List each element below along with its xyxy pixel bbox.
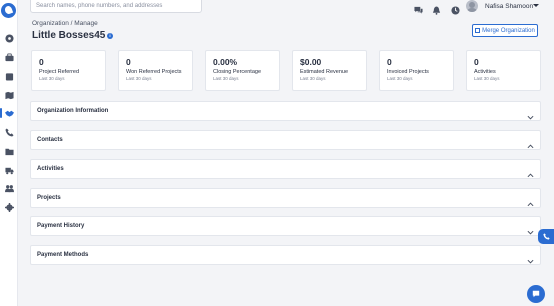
- panel-title: Organization Information: [37, 108, 109, 114]
- top-bar: Search names, phone numbers, and address…: [18, 0, 554, 15]
- sidebar-item-fleet[interactable]: [2, 164, 16, 176]
- truck-icon: [4, 167, 14, 174]
- sidebar-item-jobs[interactable]: [2, 51, 16, 63]
- sidebar-item-files[interactable]: [2, 145, 16, 157]
- panel-title: Payment History: [37, 223, 85, 229]
- panel-title: Payment Methods: [37, 252, 89, 258]
- stat-value: 0: [126, 57, 131, 67]
- chevron-down-icon[interactable]: [533, 4, 539, 7]
- stat-period: Last 30 days: [213, 76, 239, 81]
- panel-organization-information[interactable]: Organization Information: [30, 101, 541, 121]
- stat-card-closing-percentage: 0.00% Closing Percentage Last 30 days: [205, 50, 280, 91]
- map-icon: [4, 91, 14, 99]
- chat-bubbles-icon[interactable]: [414, 2, 423, 14]
- stat-label: Invoiced Projects: [387, 69, 429, 75]
- panel-title: Activities: [37, 166, 64, 172]
- sidebar-item-calendar[interactable]: [2, 70, 16, 82]
- chevron-down-icon[interactable]: [527, 252, 534, 264]
- info-icon[interactable]: i: [107, 33, 113, 39]
- sidebar-item-map[interactable]: [2, 89, 16, 101]
- stat-label: Estimated Revenue: [300, 69, 348, 75]
- chat-icon: [532, 290, 540, 298]
- chevron-down-icon[interactable]: [527, 223, 534, 235]
- briefcase-icon: [4, 52, 14, 61]
- breadcrumb: Organization / Manage: [32, 20, 98, 27]
- stat-label: Project Referred: [39, 69, 80, 75]
- stat-value: 0.00%: [213, 57, 238, 67]
- sidebar-item-settings[interactable]: [2, 201, 16, 213]
- stat-value: 0: [474, 57, 479, 67]
- stat-period: Last 30 days: [387, 76, 413, 81]
- stat-card-invoiced-projects: 0 Invoiced Projects Last 30 days: [379, 50, 454, 91]
- stat-value: $0.00: [300, 57, 322, 67]
- stat-period: Last 30 days: [474, 76, 500, 81]
- user-name[interactable]: Nafisa Shamoon: [485, 3, 533, 10]
- clock-icon[interactable]: [451, 2, 460, 15]
- merge-icon: [475, 28, 481, 33]
- search-placeholder: Search names, phone numbers, and address…: [36, 3, 163, 9]
- phone-dialer-button[interactable]: [538, 229, 554, 244]
- panel-payment-history[interactable]: Payment History: [30, 216, 541, 236]
- stat-value: 0: [387, 57, 392, 67]
- stat-label: Won Referred Projects: [126, 69, 182, 75]
- chevron-up-icon[interactable]: [527, 137, 534, 149]
- stat-card-project-referred: 0 Project Referred Last 30 days: [31, 50, 106, 91]
- chevron-up-icon[interactable]: [527, 166, 534, 178]
- phone-icon: [4, 127, 14, 137]
- panel-title: Projects: [37, 195, 61, 201]
- stat-label: Activities: [474, 69, 496, 75]
- sidebar-item-team[interactable]: [2, 182, 16, 194]
- users-icon: [4, 184, 14, 192]
- panel-contacts[interactable]: Contacts: [30, 130, 541, 150]
- sidebar-item-calls[interactable]: [2, 126, 16, 138]
- app-logo[interactable]: [1, 3, 16, 18]
- stat-card-activities: 0 Activities Last 30 days: [466, 50, 541, 91]
- stat-value: 0: [39, 57, 44, 67]
- sidebar: [0, 0, 18, 306]
- panel-activities[interactable]: Activities: [30, 159, 541, 179]
- stat-card-won-referred-projects: 0 Won Referred Projects Last 30 days: [118, 50, 193, 91]
- calendar-icon: [5, 72, 13, 81]
- chevron-down-icon[interactable]: [527, 108, 534, 120]
- chat-launcher-button[interactable]: [527, 285, 545, 303]
- handshake-icon: [4, 110, 14, 117]
- merge-organization-button[interactable]: Merge Organization: [472, 24, 538, 37]
- sidebar-item-dashboard[interactable]: [2, 32, 16, 44]
- stat-period: Last 30 days: [300, 76, 326, 81]
- gear-icon: [4, 202, 14, 212]
- bell-icon[interactable]: [432, 2, 441, 15]
- merge-organization-label: Merge Organization: [482, 27, 535, 34]
- panel-payment-methods[interactable]: Payment Methods: [30, 245, 541, 265]
- stat-period: Last 30 days: [39, 76, 65, 81]
- avatar[interactable]: [466, 0, 478, 12]
- folder-icon: [4, 148, 14, 155]
- stat-card-estimated-revenue: $0.00 Estimated Revenue Last 30 days: [292, 50, 367, 91]
- panel-title: Contacts: [37, 137, 63, 143]
- stat-label: Closing Percentage: [213, 69, 262, 75]
- phone-icon: [542, 233, 550, 240]
- chevron-up-icon[interactable]: [527, 195, 534, 207]
- stat-period: Last 30 days: [126, 76, 152, 81]
- search-input[interactable]: Search names, phone numbers, and address…: [30, 0, 202, 13]
- panel-projects[interactable]: Projects: [30, 188, 541, 208]
- dashboard-icon: [4, 33, 14, 43]
- page-title: Little Bosses45: [32, 30, 106, 41]
- sidebar-item-organizations[interactable]: [0, 107, 16, 119]
